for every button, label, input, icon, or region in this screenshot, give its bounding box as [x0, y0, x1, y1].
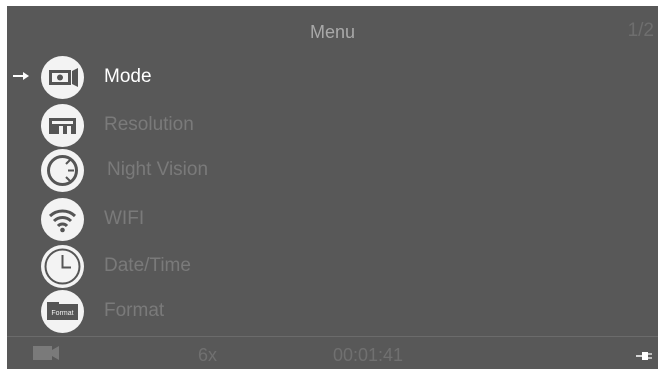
page-title: Menu: [309, 22, 356, 42]
menu-item-date-time[interactable]: Date/Time: [7, 243, 658, 289]
video-camera-icon: [33, 346, 59, 365]
night-vision-icon: [41, 149, 84, 192]
clock-icon: [41, 245, 84, 288]
menu-item-label: WIFI: [104, 208, 145, 229]
selection-arrow-icon: [13, 72, 29, 80]
camera-mode-icon: [41, 56, 84, 99]
menu-item-label: Mode: [104, 66, 152, 87]
status-bar: 6x 00:01:41: [7, 337, 658, 369]
format-icon: Format: [41, 290, 84, 333]
menu-item-resolution[interactable]: Resolution: [7, 102, 658, 148]
page-indicator: 1/2: [627, 20, 654, 41]
menu-item-mode[interactable]: Mode: [7, 54, 658, 100]
wifi-icon: [41, 198, 84, 241]
menu-item-night-vision[interactable]: Night Vision: [7, 147, 658, 193]
menu-item-label: Format: [104, 300, 165, 321]
menu-item-label: Resolution: [104, 114, 194, 135]
menu-item-label: Date/Time: [104, 255, 191, 276]
menu-item-label: Night Vision: [107, 159, 209, 180]
menu-item-format[interactable]: Format Format: [7, 288, 658, 334]
camera-screen: Menu 1/2 Mode Resolution Night Vision WI…: [7, 6, 658, 369]
svg-text:Format: Format: [51, 310, 73, 317]
resolution-icon: [41, 104, 84, 147]
menu-item-wifi[interactable]: WIFI: [7, 196, 658, 242]
power-plug-icon: [636, 348, 652, 366]
zoom-level: 6x: [198, 345, 218, 365]
recording-timer: 00:01:41: [333, 345, 404, 365]
